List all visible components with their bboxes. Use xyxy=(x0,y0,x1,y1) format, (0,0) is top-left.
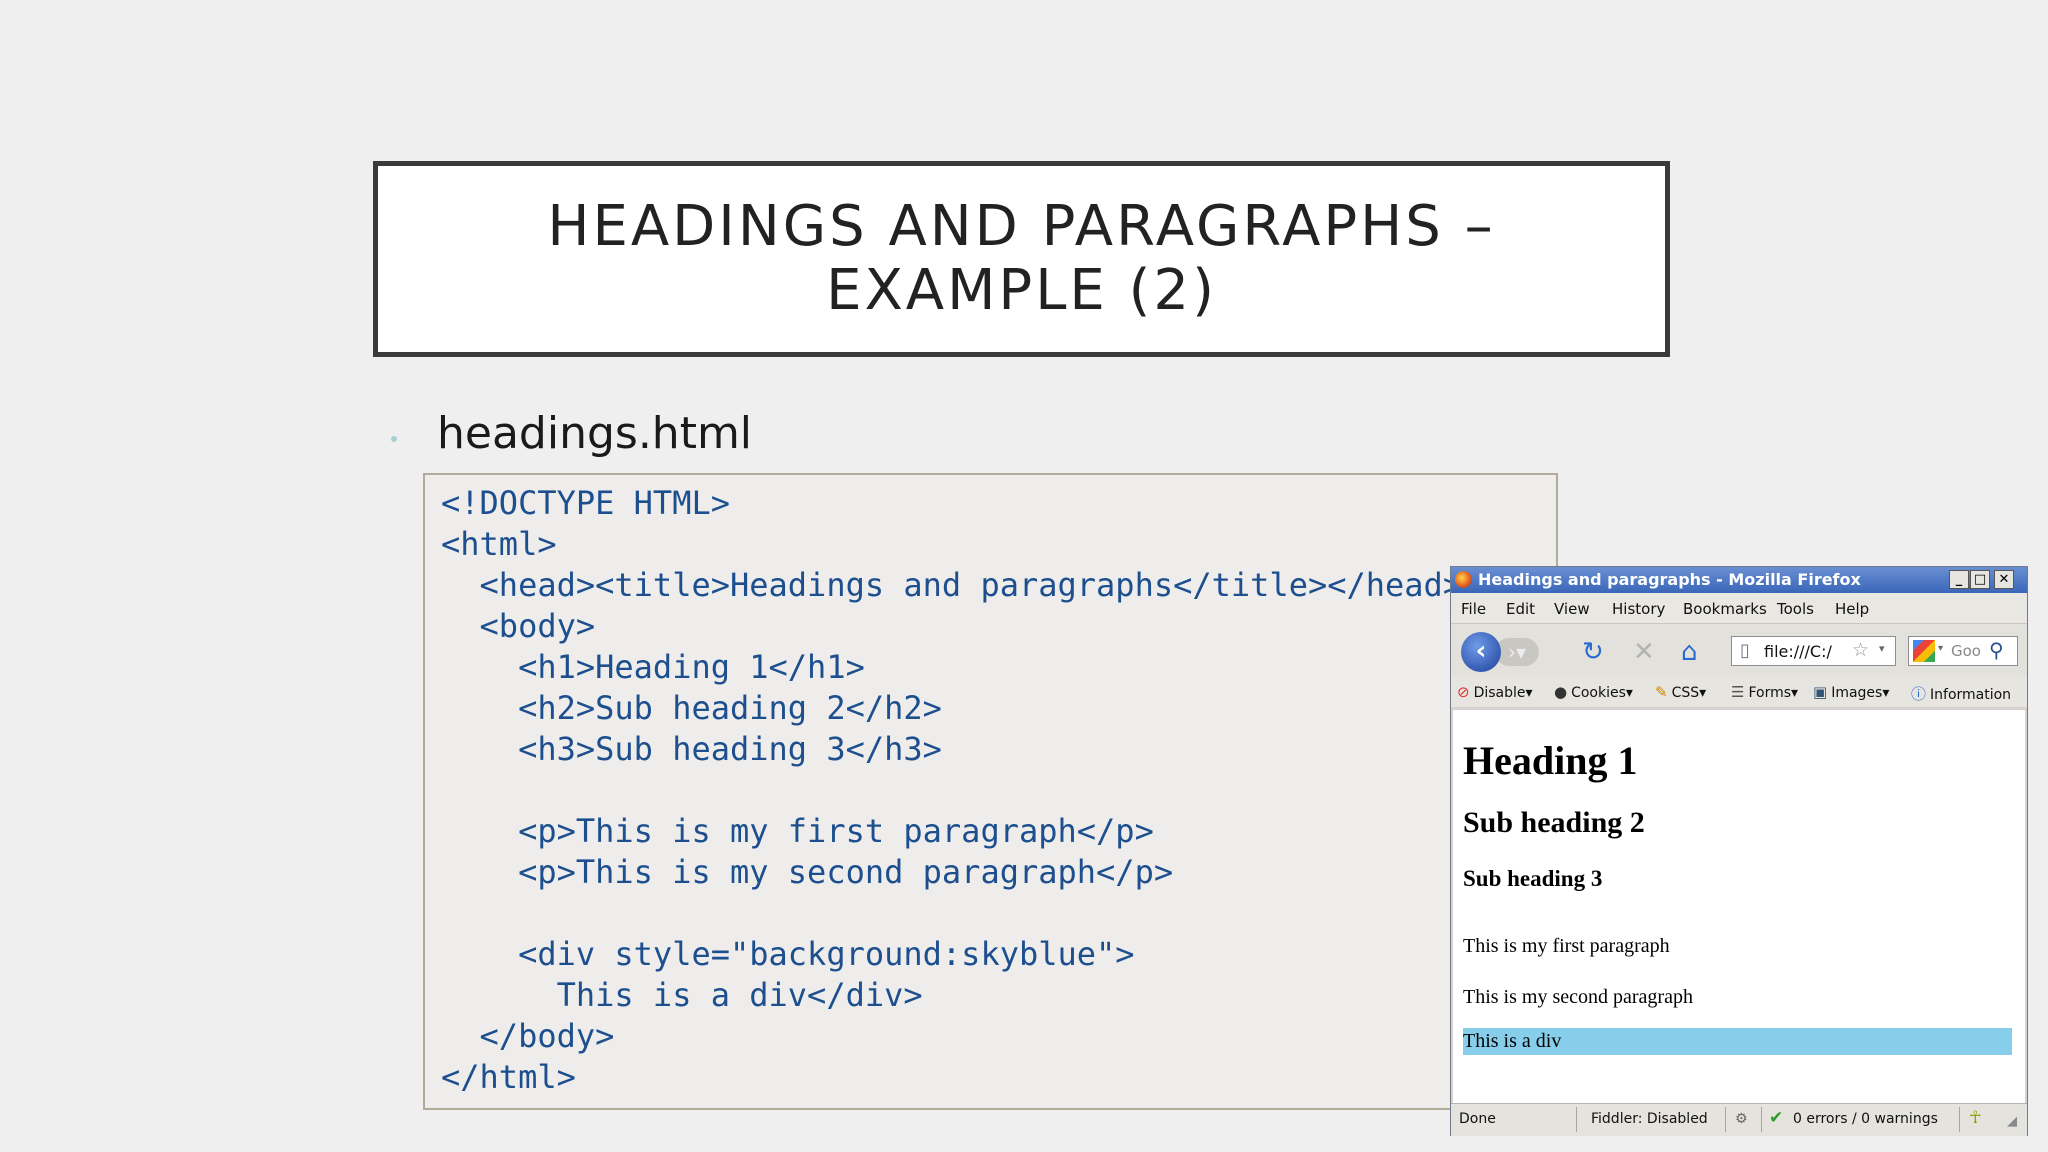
code-line: This is a div</div> xyxy=(441,976,923,1014)
home-icon[interactable]: ⌂ xyxy=(1681,638,1698,666)
menu-view[interactable]: View xyxy=(1554,600,1590,618)
code-line: <head><title>Headings and paragraphs</ti… xyxy=(441,566,1463,604)
page-heading-1: Heading 1 xyxy=(1463,738,1638,783)
menu-file[interactable]: File xyxy=(1461,600,1486,618)
tool-disable[interactable]: ⊘ Disable▾ xyxy=(1457,683,1533,701)
search-placeholder: Goo xyxy=(1951,642,1981,660)
status-divider xyxy=(1576,1107,1577,1132)
page-heading-2: Sub heading 2 xyxy=(1463,806,1645,839)
window-title: Headings and paragraphs - Mozilla Firefo… xyxy=(1478,570,1861,589)
page-viewport: Heading 1 Sub heading 2 Sub heading 3 Th… xyxy=(1453,710,2025,1103)
cookies-icon: ● xyxy=(1554,683,1568,701)
code-line: <!DOCTYPE HTML> xyxy=(441,484,730,522)
code-line: </body> xyxy=(441,1017,615,1055)
address-text: file:///C:/ xyxy=(1764,642,1832,661)
forms-icon: ☰ xyxy=(1731,683,1745,701)
tool-disable-label: Disable xyxy=(1473,685,1526,701)
page-skyblue-div: This is a div xyxy=(1463,1028,2012,1055)
back-button[interactable]: ‹ xyxy=(1461,632,1501,672)
menu-tools[interactable]: Tools xyxy=(1777,600,1814,618)
tool-cookies[interactable]: ● Cookies▾ xyxy=(1554,683,1633,701)
status-errors[interactable]: 0 errors / 0 warnings xyxy=(1793,1111,1938,1127)
code-line: </html> xyxy=(441,1058,576,1096)
engine-dropdown-icon[interactable]: ▾ xyxy=(1938,643,1943,654)
checkmark-icon: ✔ xyxy=(1769,1108,1784,1128)
page-paragraph-1: This is my first paragraph xyxy=(1463,935,1670,957)
code-line: <h3>Sub heading 3</h3> xyxy=(441,730,942,768)
information-icon: ⓘ xyxy=(1911,685,1927,703)
close-button[interactable]: ✕ xyxy=(1994,570,2014,589)
bullet-filename: headings.html xyxy=(437,408,753,459)
ankh-icon[interactable]: ☥ xyxy=(1969,1108,1982,1128)
firefox-window: Headings and paragraphs - Mozilla Firefo… xyxy=(1450,566,2028,1136)
css-icon: ✎ xyxy=(1655,683,1668,701)
dropdown-arrow-icon[interactable]: ▾ xyxy=(1879,642,1885,655)
tool-forms[interactable]: ☰ Forms▾ xyxy=(1731,683,1798,701)
images-icon: ▣ xyxy=(1813,683,1828,701)
code-line: <h1>Heading 1</h1> xyxy=(441,648,865,686)
bullet-icon xyxy=(391,436,397,442)
code-listing: <!DOCTYPE HTML> <html> <head><title>Head… xyxy=(423,473,1558,1110)
tool-images-label: Images xyxy=(1831,685,1883,701)
status-divider xyxy=(1725,1107,1726,1132)
menu-history[interactable]: History xyxy=(1612,600,1665,618)
minimize-button[interactable]: _ xyxy=(1949,570,1969,589)
status-divider xyxy=(1959,1107,1960,1132)
slide-title-line-2: EXAMPLE (2) xyxy=(826,258,1217,323)
code-line: <p>This is my first paragraph</p> xyxy=(441,812,1154,850)
tool-css[interactable]: ✎ CSS▾ xyxy=(1655,683,1706,701)
status-fiddler[interactable]: Fiddler: Disabled xyxy=(1591,1111,1708,1127)
menu-edit[interactable]: Edit xyxy=(1506,600,1535,618)
search-box[interactable]: ▾ Goo ⚲ xyxy=(1908,636,2018,666)
disable-icon: ⊘ xyxy=(1457,683,1470,701)
code-line: <html> xyxy=(441,525,557,563)
resize-grip-icon[interactable]: ◢ xyxy=(2007,1114,2017,1129)
menu-help[interactable]: Help xyxy=(1835,600,1869,618)
status-tool-icon[interactable]: ⚙ xyxy=(1735,1111,1748,1127)
code-line: <p>This is my second paragraph</p> xyxy=(441,853,1174,891)
magnifier-icon[interactable]: ⚲ xyxy=(1989,638,2004,662)
search-engine-icon[interactable] xyxy=(1913,640,1935,662)
slide-title-box: HEADINGS AND PARAGRAPHS – EXAMPLE (2) xyxy=(373,161,1670,357)
page-icon: ▯ xyxy=(1740,640,1750,661)
slide-title-line-1: HEADINGS AND PARAGRAPHS – xyxy=(547,194,1496,259)
reload-icon[interactable]: ↻ xyxy=(1582,638,1604,666)
navigation-toolbar: ›▾ ‹ ↻ ✕ ⌂ ▯ file:///C:/ ☆ ▾ ▾ Goo ⚲ xyxy=(1451,623,2027,677)
window-titlebar[interactable]: Headings and paragraphs - Mozilla Firefo… xyxy=(1451,567,2027,593)
maximize-button[interactable]: □ xyxy=(1970,570,1990,589)
address-bar[interactable]: ▯ file:///C:/ ☆ ▾ xyxy=(1731,636,1896,666)
tool-forms-label: Forms xyxy=(1748,685,1792,701)
bookmark-star-icon[interactable]: ☆ xyxy=(1852,639,1869,661)
firefox-logo-icon xyxy=(1455,571,1472,588)
code-line: <body> xyxy=(441,607,596,645)
forward-button[interactable]: ›▾ xyxy=(1495,638,1539,666)
web-developer-toolbar: ⊘ Disable▾ ● Cookies▾ ✎ CSS▾ ☰ Forms▾ ▣ Image… xyxy=(1451,675,2027,707)
tool-information[interactable]: ⓘ Information xyxy=(1911,683,2011,704)
code-line: <div style="background:skyblue"> xyxy=(441,935,1135,973)
status-bar: Done Fiddler: Disabled ⚙ ✔ 0 errors / 0 … xyxy=(1451,1103,2027,1136)
tool-information-label: Information xyxy=(1930,687,2012,703)
tool-css-label: CSS xyxy=(1671,685,1700,701)
menu-bar: File Edit View History Bookmarks Tools H… xyxy=(1451,593,2027,623)
tool-cookies-label: Cookies xyxy=(1571,685,1626,701)
stop-icon[interactable]: ✕ xyxy=(1633,638,1655,666)
status-divider xyxy=(1761,1107,1762,1132)
page-paragraph-2: This is my second paragraph xyxy=(1463,986,1693,1008)
page-heading-3: Sub heading 3 xyxy=(1463,866,1603,891)
tool-images[interactable]: ▣ Images▾ xyxy=(1813,683,1889,701)
code-line: <h2>Sub heading 2</h2> xyxy=(441,689,942,727)
menu-bookmarks[interactable]: Bookmarks xyxy=(1683,600,1767,618)
status-done: Done xyxy=(1459,1111,1496,1127)
